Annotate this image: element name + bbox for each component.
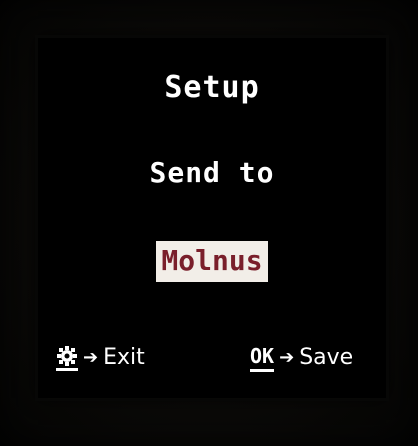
device-body: Setup Send to Molnus ➔ Exit OK ➔ Save: [0, 0, 418, 446]
menu-subtitle: Send to: [149, 156, 275, 189]
save-hint[interactable]: OK ➔ Save: [250, 338, 353, 378]
footer-hints: ➔ Exit OK ➔ Save: [38, 338, 386, 378]
save-arrow-icon: ➔: [279, 347, 295, 368]
selected-option-row: Molnus: [38, 241, 386, 282]
exit-label: Exit: [103, 345, 145, 370]
lcd-screen: Setup Send to Molnus ➔ Exit OK ➔ Save: [38, 38, 386, 398]
exit-hint[interactable]: ➔ Exit: [56, 338, 145, 378]
save-label: Save: [299, 345, 354, 370]
exit-arrow-icon: ➔: [83, 347, 99, 368]
selected-option[interactable]: Molnus: [156, 241, 268, 282]
gear-icon[interactable]: [56, 345, 78, 371]
ok-key-label[interactable]: OK: [250, 344, 275, 372]
menu-title: Setup: [164, 70, 260, 105]
gear-icon-glyph: [57, 346, 77, 366]
